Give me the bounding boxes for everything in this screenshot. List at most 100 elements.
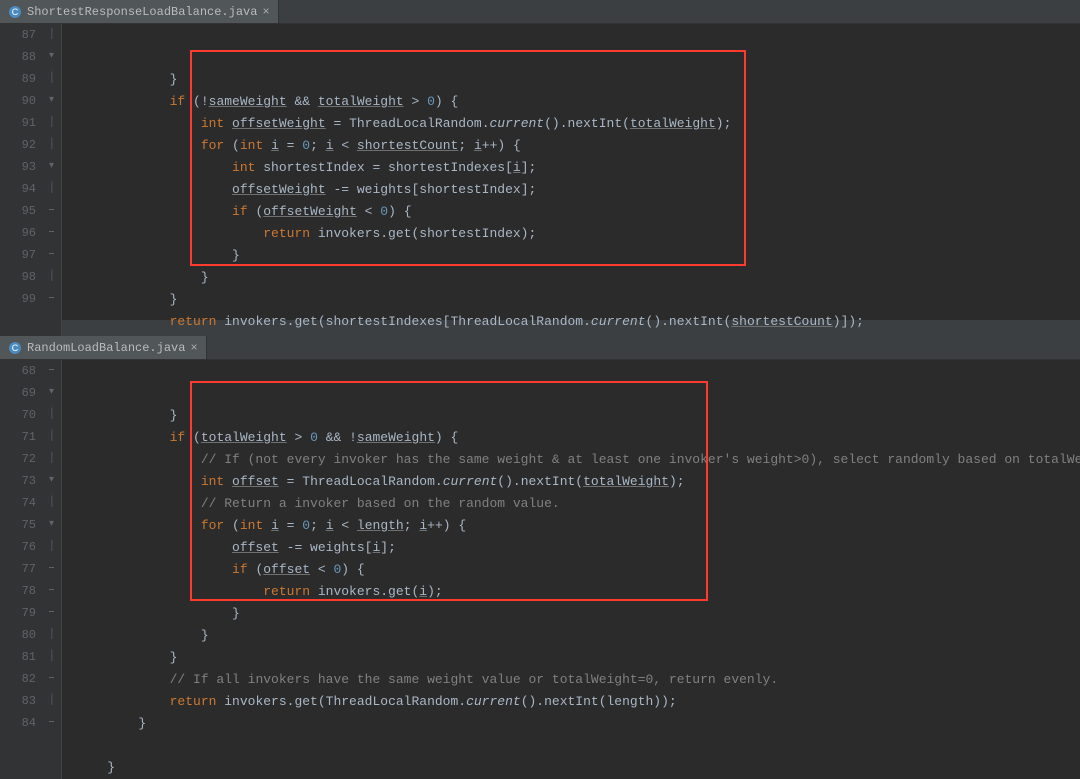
line-number: 94 [0, 178, 36, 200]
fold-marker[interactable]: ⎯ [49, 718, 54, 728]
code-line[interactable]: } [76, 625, 1080, 647]
close-icon[interactable]: × [262, 6, 269, 18]
line-number: 79 [0, 602, 36, 624]
editor-pane-1: C ShortestResponseLoadBalance.java × 878… [0, 0, 1080, 320]
fold-marker[interactable]: │ [49, 118, 55, 128]
code-line[interactable]: // Return a invoker based on the random … [76, 493, 1080, 515]
tab-filename: ShortestResponseLoadBalance.java [27, 5, 257, 19]
code-editor-2[interactable]: 6869707172737475767778798081828384 ⎯ ▾ │ │ │… [0, 360, 1080, 779]
fold-marker[interactable]: │ [49, 696, 55, 706]
line-number: 96 [0, 222, 36, 244]
fold-marker[interactable]: ▾ [49, 96, 54, 106]
tab-filename: RandomLoadBalance.java [27, 341, 185, 355]
code-line[interactable]: int shortestIndex = shortestIndexes[i]; [76, 157, 1080, 179]
code-line[interactable]: return invokers.get(shortestIndexes[Thre… [76, 311, 1080, 333]
fold-marker[interactable]: ⎯ [49, 206, 54, 216]
svg-text:C: C [12, 7, 19, 17]
fold-marker[interactable]: │ [49, 74, 55, 84]
line-number: 87 [0, 24, 36, 46]
line-number: 90 [0, 90, 36, 112]
code-line[interactable]: if (offset < 0) { [76, 559, 1080, 581]
file-tab-shortest[interactable]: C ShortestResponseLoadBalance.java × [0, 0, 279, 23]
code-line[interactable]: offset -= weights[i]; [76, 537, 1080, 559]
fold-marker[interactable]: │ [49, 630, 55, 640]
fold-marker[interactable]: │ [49, 652, 55, 662]
fold-marker[interactable]: ▾ [49, 388, 54, 398]
code-line[interactable]: offsetWeight -= weights[shortestIndex]; [76, 179, 1080, 201]
line-number: 89 [0, 68, 36, 90]
line-number: 99 [0, 288, 36, 310]
fold-marker[interactable]: ⎯ [49, 586, 54, 596]
line-number: 80 [0, 624, 36, 646]
line-number: 69 [0, 382, 36, 404]
line-number: 72 [0, 448, 36, 470]
fold-gutter[interactable]: ⎯ ▾ │ │ │ ▾ │ ▾ │ ⎯ ⎯ ⎯ │ │ ⎯ │ ⎯ [46, 360, 62, 779]
code-line[interactable]: int offset = ThreadLocalRandom.current()… [76, 471, 1080, 493]
fold-gutter[interactable]: │ ▾ │ ▾ │ │ ▾ │ ⎯ ⎯ ⎯ │ ⎯ [46, 24, 62, 355]
line-number: 71 [0, 426, 36, 448]
fold-marker[interactable]: │ [49, 454, 55, 464]
fold-marker[interactable]: ▾ [49, 520, 54, 530]
code-line[interactable]: } [76, 245, 1080, 267]
code-line[interactable] [76, 735, 1080, 757]
file-tab-random[interactable]: C RandomLoadBalance.java × [0, 336, 207, 359]
line-number: 84 [0, 712, 36, 734]
fold-marker[interactable]: │ [49, 272, 55, 282]
code-area[interactable]: } if (totalWeight > 0 && !sameWeight) { … [62, 360, 1080, 779]
code-line[interactable]: return invokers.get(ThreadLocalRandom.cu… [76, 691, 1080, 713]
code-line[interactable]: if (totalWeight > 0 && !sameWeight) { [76, 427, 1080, 449]
line-number: 68 [0, 360, 36, 382]
code-area[interactable]: } if (!sameWeight && totalWeight > 0) { … [62, 24, 1080, 355]
code-line[interactable]: } [76, 267, 1080, 289]
line-number: 93 [0, 156, 36, 178]
fold-marker[interactable]: ▾ [49, 52, 54, 62]
close-icon[interactable]: × [190, 342, 197, 354]
line-number: 95 [0, 200, 36, 222]
fold-marker[interactable]: ⎯ [49, 228, 54, 238]
fold-marker[interactable]: ⎯ [49, 674, 54, 684]
code-line[interactable]: } [76, 757, 1080, 779]
code-line[interactable]: } [76, 713, 1080, 735]
tab-bar-1: C ShortestResponseLoadBalance.java × [0, 0, 1080, 24]
fold-marker[interactable]: ⎯ [49, 250, 54, 260]
code-line[interactable]: // If all invokers have the same weight … [76, 669, 1080, 691]
java-class-icon: C [8, 5, 22, 19]
fold-marker[interactable]: │ [49, 184, 55, 194]
fold-marker[interactable]: ⎯ [49, 608, 54, 618]
code-line[interactable]: int offsetWeight = ThreadLocalRandom.cur… [76, 113, 1080, 135]
fold-marker[interactable]: │ [49, 498, 55, 508]
fold-marker[interactable]: │ [49, 432, 55, 442]
code-line[interactable]: for (int i = 0; i < length; i++) { [76, 515, 1080, 537]
line-number: 81 [0, 646, 36, 668]
fold-marker[interactable]: │ [49, 542, 55, 552]
line-number: 88 [0, 46, 36, 68]
fold-marker[interactable]: ⎯ [49, 564, 54, 574]
line-number: 74 [0, 492, 36, 514]
line-number-gutter: 6869707172737475767778798081828384 [0, 360, 46, 779]
code-line[interactable]: } [76, 405, 1080, 427]
code-line[interactable]: return invokers.get(shortestIndex); [76, 223, 1080, 245]
code-line[interactable]: return invokers.get(i); [76, 581, 1080, 603]
fold-marker[interactable]: ▾ [49, 162, 54, 172]
code-line[interactable]: for (int i = 0; i < shortestCount; i++) … [76, 135, 1080, 157]
fold-marker[interactable]: ⎯ [49, 366, 54, 376]
code-line[interactable]: if (!sameWeight && totalWeight > 0) { [76, 91, 1080, 113]
code-line[interactable]: } [76, 647, 1080, 669]
fold-marker[interactable]: ▾ [49, 476, 54, 486]
code-line[interactable]: // If (not every invoker has the same we… [76, 449, 1080, 471]
fold-marker[interactable]: │ [49, 30, 55, 40]
fold-marker[interactable]: ⎯ [49, 294, 54, 304]
line-number: 70 [0, 404, 36, 426]
fold-marker[interactable]: │ [49, 140, 55, 150]
code-line[interactable]: } [76, 603, 1080, 625]
editor-pane-2: C RandomLoadBalance.java × 6869707172737… [0, 336, 1080, 689]
fold-marker[interactable]: │ [49, 410, 55, 420]
line-number: 76 [0, 536, 36, 558]
java-class-icon: C [8, 341, 22, 355]
line-number: 77 [0, 558, 36, 580]
code-line[interactable]: } [76, 289, 1080, 311]
code-editor-1[interactable]: 87888990919293949596979899 │▾│▾││▾│⎯⎯⎯│⎯… [0, 24, 1080, 355]
code-line[interactable]: if (offsetWeight < 0) { [76, 201, 1080, 223]
code-line[interactable]: } [76, 69, 1080, 91]
line-number-gutter: 87888990919293949596979899 [0, 24, 46, 355]
